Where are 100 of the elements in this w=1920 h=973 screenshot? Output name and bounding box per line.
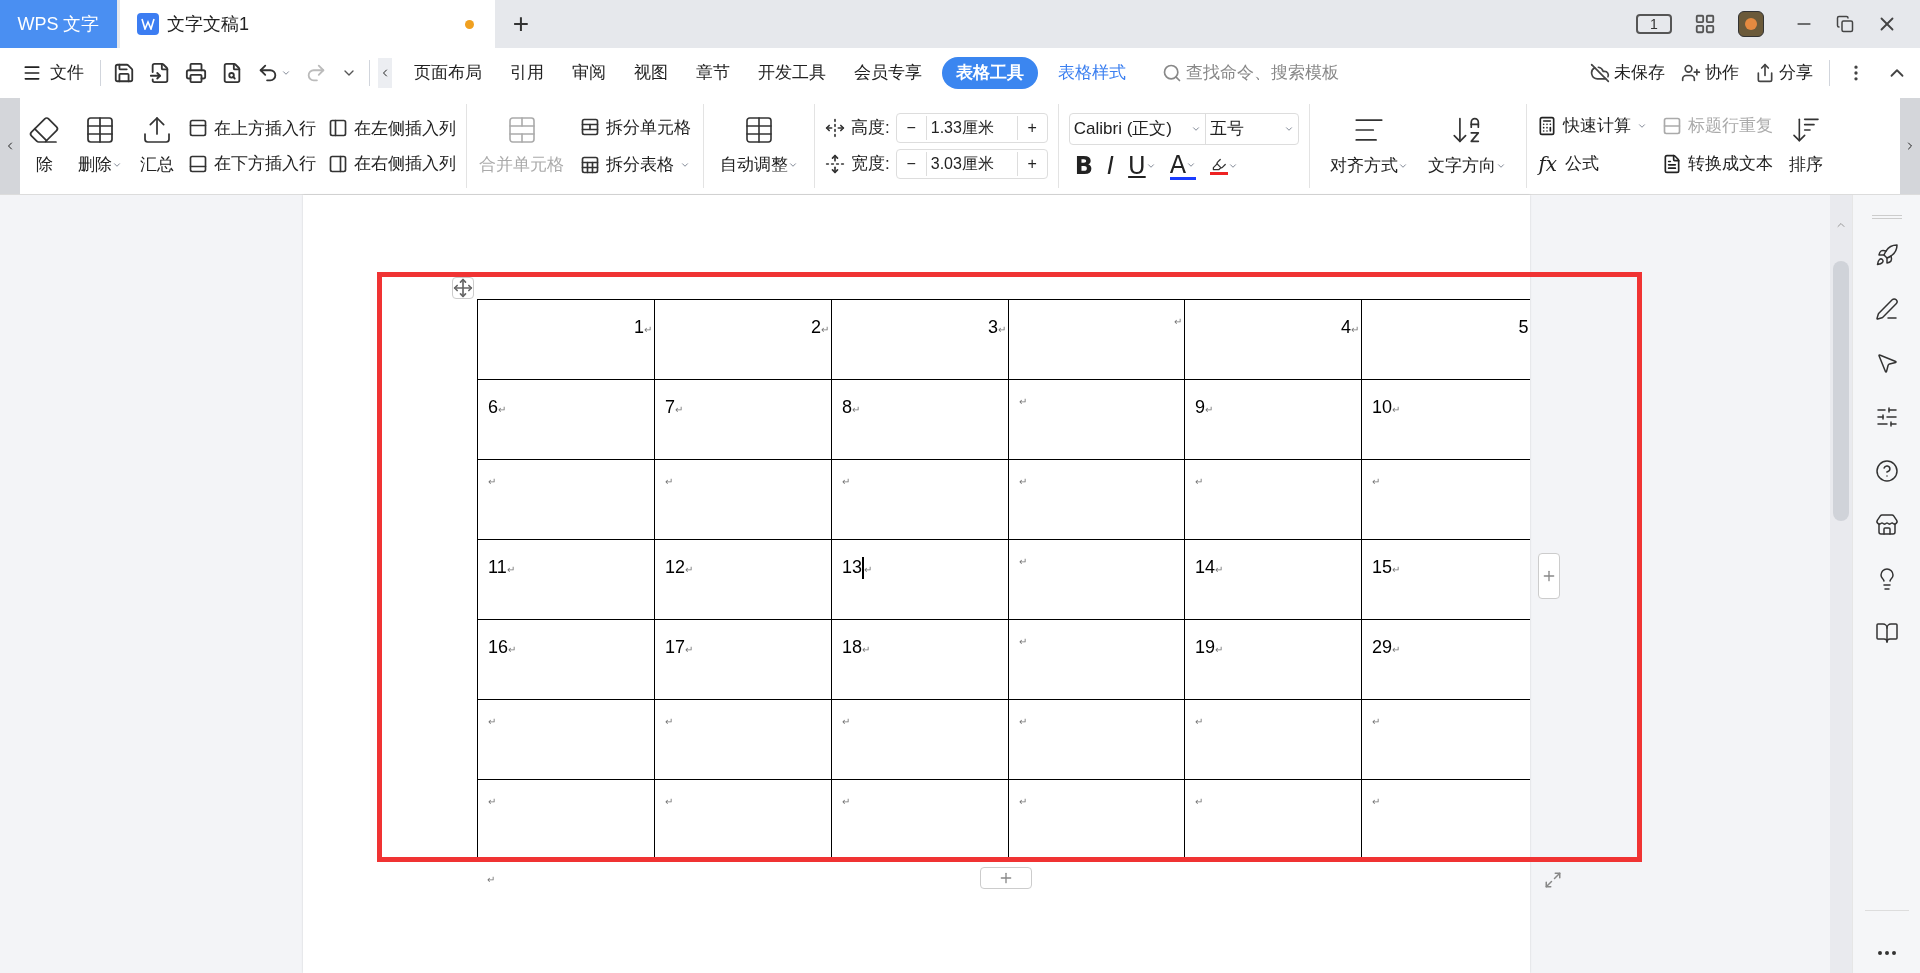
print-icon[interactable] <box>185 62 207 84</box>
autofit-button[interactable]: 自动调整 <box>704 98 814 194</box>
table-cell[interactable]: 7↵ <box>654 379 832 460</box>
table-cell[interactable]: 1↵ <box>477 299 655 380</box>
ribbon-button[interactable]: 对齐方式 <box>1329 113 1408 179</box>
italic-button[interactable]: I <box>1107 154 1115 178</box>
save-icon[interactable] <box>113 62 135 84</box>
document-title: 文字文稿1 <box>167 12 250 36</box>
ribbon-tab[interactable]: 引用 <box>496 57 558 89</box>
table-cell[interactable]: 17↵ <box>654 619 832 700</box>
table-cell[interactable]: ↵ <box>1008 539 1185 620</box>
table-cell[interactable]: ↵ <box>1008 699 1185 780</box>
ribbon-button[interactable]: 在下方插入行 <box>188 151 316 177</box>
sort-button[interactable]: 排序 <box>1782 98 1829 194</box>
new-tab-button[interactable]: + <box>495 0 547 48</box>
ribbon-tab[interactable]: 审阅 <box>558 57 620 89</box>
font-color-button[interactable]: A <box>1169 152 1197 180</box>
table-cell[interactable]: 6↵ <box>477 379 655 460</box>
underline-button[interactable]: U <box>1128 154 1156 178</box>
ribbon-button[interactable]: fx 公式 <box>1536 148 1648 179</box>
table-cell[interactable]: ↵ <box>1008 619 1185 700</box>
table-cell[interactable]: ↵ <box>477 459 655 540</box>
menu-icon <box>22 63 42 83</box>
undo-icon[interactable] <box>257 62 279 84</box>
ribbon-button[interactable]: 在上方插入行 <box>188 115 316 141</box>
table-cell[interactable]: 11↵ <box>477 539 655 620</box>
font-family-dropdown[interactable]: Calibri (正文) <box>1069 113 1206 144</box>
ribbon-button[interactable]: 拆分单元格 <box>580 114 691 140</box>
store-icon[interactable] <box>1874 513 1899 537</box>
table-cell[interactable]: 14↵ <box>1184 539 1362 620</box>
split-cells-icon <box>580 117 600 138</box>
table-cell[interactable]: ↵ <box>654 699 832 780</box>
table-cell[interactable]: ↵ <box>1184 699 1362 780</box>
ribbon-tab[interactable]: 页面布局 <box>400 57 496 89</box>
ribbon-button[interactable]: 除 <box>24 114 64 178</box>
ribbon-button[interactable]: 在左侧插入列 <box>328 115 456 141</box>
book-icon[interactable] <box>1874 621 1899 645</box>
ribbon-tab[interactable]: 开发工具 <box>744 57 840 89</box>
ribbon-tab[interactable]: 视图 <box>620 57 682 89</box>
table-cell[interactable]: ↵ <box>477 779 655 860</box>
tablet-mode-button[interactable]: 1 <box>1636 14 1672 34</box>
pen-icon[interactable] <box>1874 297 1899 321</box>
ribbon-button[interactable]: 汇总 <box>136 114 178 178</box>
restore-icon[interactable] <box>1836 15 1854 33</box>
table-move-handle[interactable] <box>452 277 474 299</box>
ribbon-tab[interactable]: 表格工具 <box>942 57 1038 89</box>
command-search-field[interactable]: 查找命令、搜索模板 <box>1162 60 1386 86</box>
rocket-icon[interactable] <box>1874 243 1899 267</box>
ribbon-button[interactable]: 拆分表格 <box>580 152 691 178</box>
file-menu[interactable]: 文件 <box>0 60 100 86</box>
document-icon <box>137 13 159 35</box>
plus-icon <box>1541 568 1557 584</box>
table-cell[interactable]: 5 <box>1361 299 1530 380</box>
table-cell[interactable]: 3↵ <box>831 299 1009 380</box>
table-cell[interactable]: ↵ <box>1184 459 1362 540</box>
collaborate-button[interactable]: 协作 <box>1673 60 1747 86</box>
font-size-dropdown[interactable]: 五号 <box>1205 113 1298 144</box>
save-status-button[interactable]: 未保存 <box>1582 60 1673 86</box>
table-cell[interactable]: ↵ <box>831 699 1009 780</box>
share-icon <box>1755 63 1775 83</box>
table-cell[interactable]: ↵ <box>831 459 1009 540</box>
table-cell[interactable]: 19↵ <box>1184 619 1362 700</box>
scrollbar[interactable] <box>1830 195 1852 973</box>
table-cell[interactable]: 18↵ <box>831 619 1009 700</box>
table-cell[interactable]: 4↵ <box>1184 299 1362 380</box>
table-cell[interactable]: ↵ <box>1008 379 1185 460</box>
export-icon[interactable] <box>149 62 171 84</box>
table-cell[interactable]: 12↵ <box>654 539 832 620</box>
scrollbar-thumb[interactable] <box>1833 261 1849 521</box>
table-cell[interactable]: 8↵ <box>831 379 1009 460</box>
table-cell[interactable]: ↵ <box>1008 459 1185 540</box>
share-button[interactable]: 分享 <box>1747 60 1821 86</box>
split-table-icon <box>580 154 600 175</box>
scroll-left-button[interactable] <box>378 58 392 88</box>
ribbon-button[interactable]: 快速计算 <box>1536 113 1648 139</box>
table-cell[interactable]: 16↵ <box>477 619 655 700</box>
ribbon-tab[interactable]: 表格样式 <box>1044 57 1140 89</box>
table-cell[interactable]: 13↵ <box>831 539 1009 620</box>
ribbon-button[interactable]: 转换成文本 <box>1661 148 1773 179</box>
ribbon-button[interactable]: 在右侧插入列 <box>328 151 456 177</box>
table-cell[interactable]: ↵ <box>1008 299 1185 380</box>
table-cell[interactable]: ↵ <box>654 459 832 540</box>
highlight-button[interactable] <box>1210 157 1239 175</box>
table-cell[interactable]: 9↵ <box>1184 379 1362 460</box>
size-spinner[interactable]: − 3.03厘米 + <box>895 149 1048 179</box>
avatar[interactable] <box>1738 11 1764 37</box>
ribbon-tab[interactable]: 会员专享 <box>840 57 936 89</box>
size-spinner[interactable]: − 1.33厘米 + <box>895 113 1048 143</box>
ribbon-button[interactable]: 删除 <box>74 114 126 178</box>
sliders-icon[interactable] <box>1874 405 1899 429</box>
apps-icon[interactable] <box>1694 13 1716 35</box>
table-resize-handle[interactable] <box>1544 871 1562 889</box>
document-tab[interactable]: 文字文稿1 <box>120 0 495 48</box>
bold-button[interactable]: B <box>1074 154 1094 178</box>
ribbon-tab[interactable]: 章节 <box>682 57 744 89</box>
table-cell[interactable]: ↵ <box>477 699 655 780</box>
table-cell[interactable]: 2↵ <box>654 299 832 380</box>
print-preview-icon[interactable] <box>221 62 243 84</box>
ribbon-button[interactable]: 文字方向 <box>1427 113 1506 179</box>
help-icon[interactable] <box>1874 459 1899 483</box>
